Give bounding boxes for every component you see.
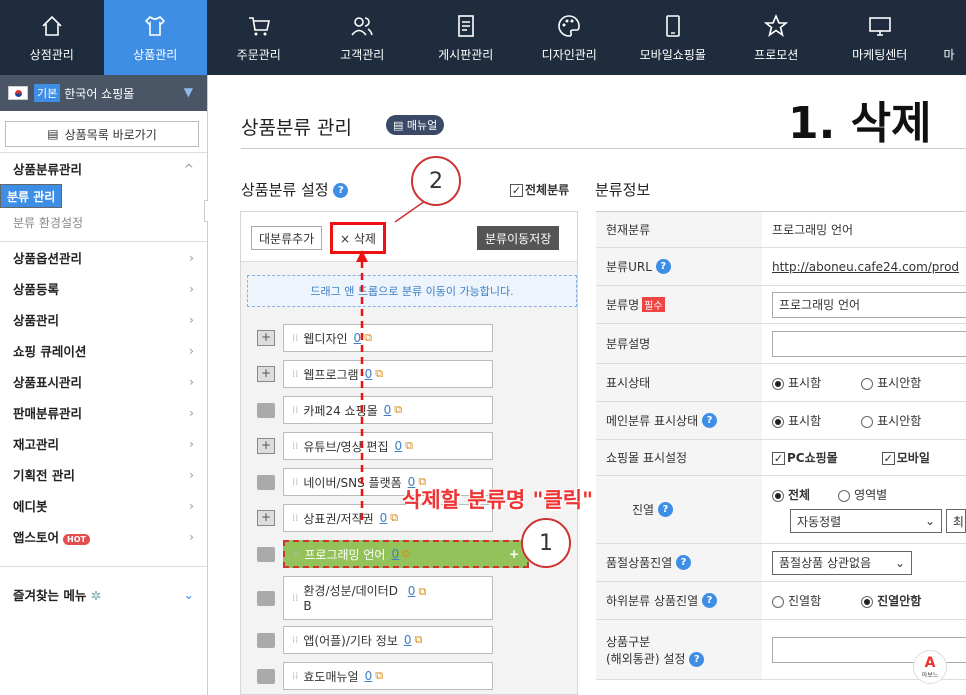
step-2-callout: 2 [411,156,461,206]
brand-logo: A 아보느 [913,650,947,684]
arrow-head [356,250,368,262]
click-instruction: 삭제할 분류명 "클릭" [402,488,594,512]
step-1-callout: 1 [521,518,571,568]
annotation-arrows [356,200,528,544]
logo-text: 아보느 [921,671,939,679]
callout2-leader [394,200,426,223]
